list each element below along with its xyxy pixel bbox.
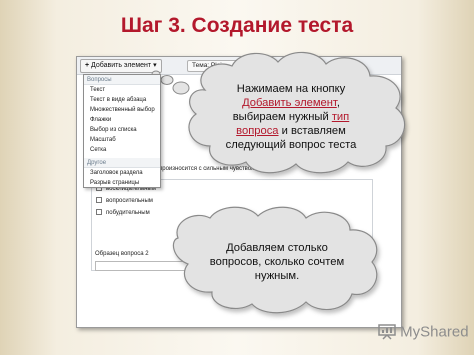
theme-button[interactable]: Тема: Plain	[187, 60, 245, 72]
question-type-link[interactable]: тип	[332, 111, 349, 123]
question-type-link-2[interactable]: вопроса	[236, 125, 278, 137]
menu-item-paragraph[interactable]: Текст в виде абзаца	[84, 95, 160, 105]
watermark-logo: MyShared	[378, 323, 469, 343]
menu-item-scale[interactable]: Масштаб	[84, 135, 160, 145]
editor-toolbar: + Добавить элемент ▾ Тема: Plain	[77, 57, 401, 75]
callout-line: вопросов, сколько сочтем	[209, 256, 345, 268]
presentation-icon	[378, 324, 396, 340]
menu-item-page-break[interactable]: Разрыв страницы	[84, 178, 160, 188]
callout-line: ,	[336, 97, 340, 109]
callout-line: Нажимаем на кнопку	[236, 83, 346, 95]
callout-text-1: Нажимаем на кнопку Добавить элемент, выб…	[206, 82, 376, 152]
callout-line: Добавляем столько	[226, 242, 328, 254]
option-row: вопросительным	[96, 196, 153, 206]
chevron-down-icon: ▾	[153, 62, 157, 69]
plus-icon: +	[85, 62, 90, 69]
callout-line: выбираем нужный	[232, 111, 332, 123]
menu-item-section-header[interactable]: Заголовок раздела	[84, 168, 160, 178]
add-element-link[interactable]: Добавить элемент	[242, 97, 337, 109]
question-text: ...е произносится с сильным чувством, на…	[149, 166, 284, 172]
callout-line: и вставляем	[278, 125, 346, 137]
menu-item-multiple-choice[interactable]: Множественный выбор	[84, 105, 160, 115]
callout-line: нужным.	[254, 270, 300, 282]
option-label: побудительным	[106, 210, 150, 216]
menu-item-checkboxes[interactable]: Флажки	[84, 115, 160, 125]
add-element-menu: Вопросы Текст Текст в виде абзаца Множес…	[83, 74, 161, 188]
callout-text-2: Добавляем столько вопросов, сколько сочт…	[192, 241, 362, 283]
menu-item-text[interactable]: Текст	[84, 85, 160, 95]
menu-item-grid[interactable]: Сетка	[84, 145, 160, 155]
slide-title: Шаг 3. Создание теста	[120, 14, 354, 37]
add-element-button[interactable]: + Добавить элемент ▾	[80, 59, 162, 73]
add-element-label: Добавить элемент	[91, 62, 152, 69]
option-label: вопросительным	[106, 198, 153, 204]
menu-header-other: Другое	[84, 158, 160, 168]
menu-header-questions: Вопросы	[84, 75, 160, 85]
watermark-text: MyShared	[400, 323, 469, 341]
option-row: побудительным	[96, 208, 150, 218]
sample-question-label: Образец вопроса 2	[95, 251, 149, 257]
option-checkbox[interactable]	[96, 209, 102, 216]
callout-line: следующий вопрос теста	[225, 139, 357, 151]
menu-item-list[interactable]: Выбор из списка	[84, 125, 160, 135]
option-checkbox[interactable]	[96, 197, 102, 204]
